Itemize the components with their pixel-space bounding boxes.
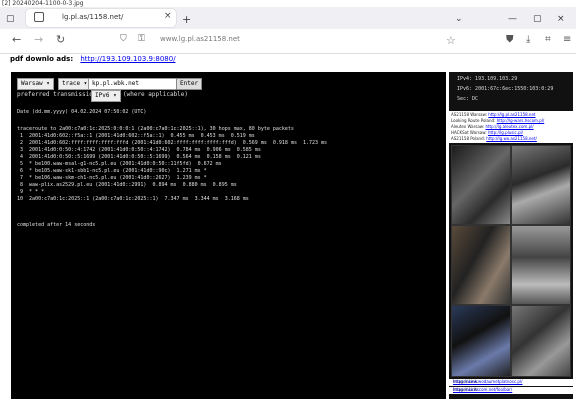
traceroute-line: 9 * * * bbox=[17, 189, 45, 195]
tab-list-chevron-icon[interactable]: ⌄ bbox=[455, 14, 463, 24]
traceroute-line: 8 waw-plix.as2529.pl.eu (2001:41d0::2991… bbox=[17, 182, 237, 188]
target-input[interactable]: kp.pl.wbk.net bbox=[88, 78, 178, 90]
protocol-select[interactable]: IPv6 ▾ bbox=[91, 90, 121, 102]
new-tab-icon[interactable]: + bbox=[182, 14, 191, 25]
menu-icon[interactable]: ≡ bbox=[563, 34, 571, 45]
link-item[interactable]: AS21158 Poland: http://lg.wo.as21158.net… bbox=[451, 136, 537, 141]
navigation-bar: ← → ↻ ⛉ ⚿ www.lg.pl.as21158.net ☆ ⛊ ⤓ ⌗ … bbox=[0, 29, 576, 54]
traceroute-line: 4 2001:41d0:0:50::5:1699 (2001:41d0:0:50… bbox=[17, 154, 261, 160]
date-line: Date (dd.mm.yyyy) 04.02.2024 07:50:02 (U… bbox=[17, 109, 147, 115]
looking-glass-links: AS21158 Warsaw: http://lg.pl.as21158.net… bbox=[449, 111, 573, 143]
traceroute-line: 2 2001:41d0:602:ffff:ffff:ffff:fffd (200… bbox=[17, 140, 328, 146]
downloads-link[interactable]: http://193.109.103.9:8080/ bbox=[80, 55, 175, 63]
datacenter-photo bbox=[511, 305, 571, 377]
link-item[interactable]: HACKSat Warsaw: http://lg.plusic.pl/ bbox=[451, 130, 523, 135]
traceroute-line: traceroute to 2a00:c7a0:1c:2025:0:0:0:1 … bbox=[17, 126, 294, 132]
datacenter-photo bbox=[451, 145, 511, 225]
link-item[interactable]: Looking Route Poland: http://lg-wars.hsc… bbox=[451, 118, 544, 123]
datacenter-photo bbox=[511, 145, 571, 225]
sec-info: Sec: DC bbox=[457, 96, 479, 102]
bookmark-star-icon[interactable]: ☆ bbox=[446, 34, 456, 47]
downloads-label: pdf downlo ads: bbox=[10, 55, 74, 63]
pocket-icon[interactable]: ⛊ bbox=[506, 34, 514, 45]
shield-icon[interactable]: ⛉ bbox=[120, 34, 127, 44]
tab-overview-icon[interactable]: ▢ bbox=[6, 14, 15, 24]
traceroute-line: 7 * be106.waw-skm-ch1-nc5.pl.eu (2001:41… bbox=[17, 175, 207, 181]
traceroute-line: 6 * be105.waw-sk1-sbb1-nc5.pl.eu (2001:4… bbox=[17, 168, 207, 174]
completion-line: completed after 14 seconds bbox=[17, 222, 96, 228]
download-icon[interactable]: ⤓ bbox=[526, 34, 530, 45]
traceroute-line: 1 2001:41d0:602::f5a::1 (2001:41d0:602::… bbox=[17, 133, 255, 139]
link-item[interactable]: AS21158 Warsaw: http://lg.pl.as21158.net bbox=[451, 112, 536, 117]
image-link-footer[interactable]: Images Link: https://www.wodaumetplatnos… bbox=[449, 379, 573, 386]
back-icon[interactable]: ← bbox=[12, 34, 21, 46]
looking-glass-panel: Warsaw ▾ trace ▾ kp.pl.wbk.net Enter pre… bbox=[11, 72, 446, 399]
page-header: pdf downlo ads: http://193.109.103.9:808… bbox=[10, 55, 176, 63]
provider-select[interactable]: Warsaw ▾ bbox=[17, 78, 54, 90]
tab-title: lg.pl.as/1158.net/ bbox=[62, 13, 124, 21]
datacenter-photo bbox=[451, 225, 511, 305]
maximize-icon[interactable]: ▢ bbox=[533, 14, 542, 24]
datacenter-photo bbox=[451, 305, 511, 377]
lock-icon[interactable]: ⚿ bbox=[138, 34, 145, 44]
page-icon bbox=[34, 12, 44, 22]
url-text[interactable]: www.lg.pl.as21158.net bbox=[160, 35, 240, 43]
enter-button[interactable]: Enter bbox=[176, 78, 203, 90]
file-name-label: [2] 20240204-1100-0-3.jpg bbox=[2, 0, 84, 7]
minimize-icon[interactable]: — bbox=[508, 14, 517, 24]
browser-tab[interactable]: lg.pl.as/1158.net/ × bbox=[26, 9, 176, 27]
image-link-footer[interactable]: Images Link: https://wo.hscom.net/foo/ba… bbox=[449, 387, 573, 394]
tab-bar: ▢ lg.pl.as/1158.net/ × + ⌄ — ▢ × bbox=[0, 7, 576, 29]
reload-icon[interactable]: ↻ bbox=[56, 34, 65, 46]
close-window-icon[interactable]: × bbox=[557, 14, 565, 24]
ipv4-info: IPv4: 193.109.103.29 bbox=[457, 76, 518, 82]
close-tab-icon[interactable]: × bbox=[164, 11, 172, 21]
traceroute-line: 5 * be100.waw-msal-g1-nc5.pl.eu (2001:41… bbox=[17, 161, 222, 167]
link-item[interactable]: Aleutex Warsaw: http://lg.aleutex.com.pl… bbox=[451, 124, 534, 129]
sidebar: IPv4: 193.109.103.29 IPv6: 2001:67c:6ec:… bbox=[449, 72, 573, 399]
forward-icon[interactable]: → bbox=[34, 34, 43, 46]
ipv6-info: IPv6: 2001:67c:6ec:1550:103:0:29 bbox=[457, 86, 554, 92]
protocol-note: (where applicable) bbox=[123, 91, 189, 98]
datacenter-photo bbox=[511, 225, 571, 305]
extensions-icon[interactable]: ⌗ bbox=[545, 34, 551, 45]
address-bar[interactable]: ⛉ ⚿ www.lg.pl.as21158.net bbox=[120, 33, 460, 48]
traceroute-line: 3 2001:41d0:0:50::4:1742 (2001:41d0:0:50… bbox=[17, 147, 261, 153]
command-select[interactable]: trace ▾ bbox=[58, 78, 92, 90]
protocol-label: preferred transmission bbox=[17, 91, 97, 98]
traceroute-line: 10 2a00:c7a0:1c:2025::1 (2a00:c7a0:1c:20… bbox=[17, 196, 249, 202]
